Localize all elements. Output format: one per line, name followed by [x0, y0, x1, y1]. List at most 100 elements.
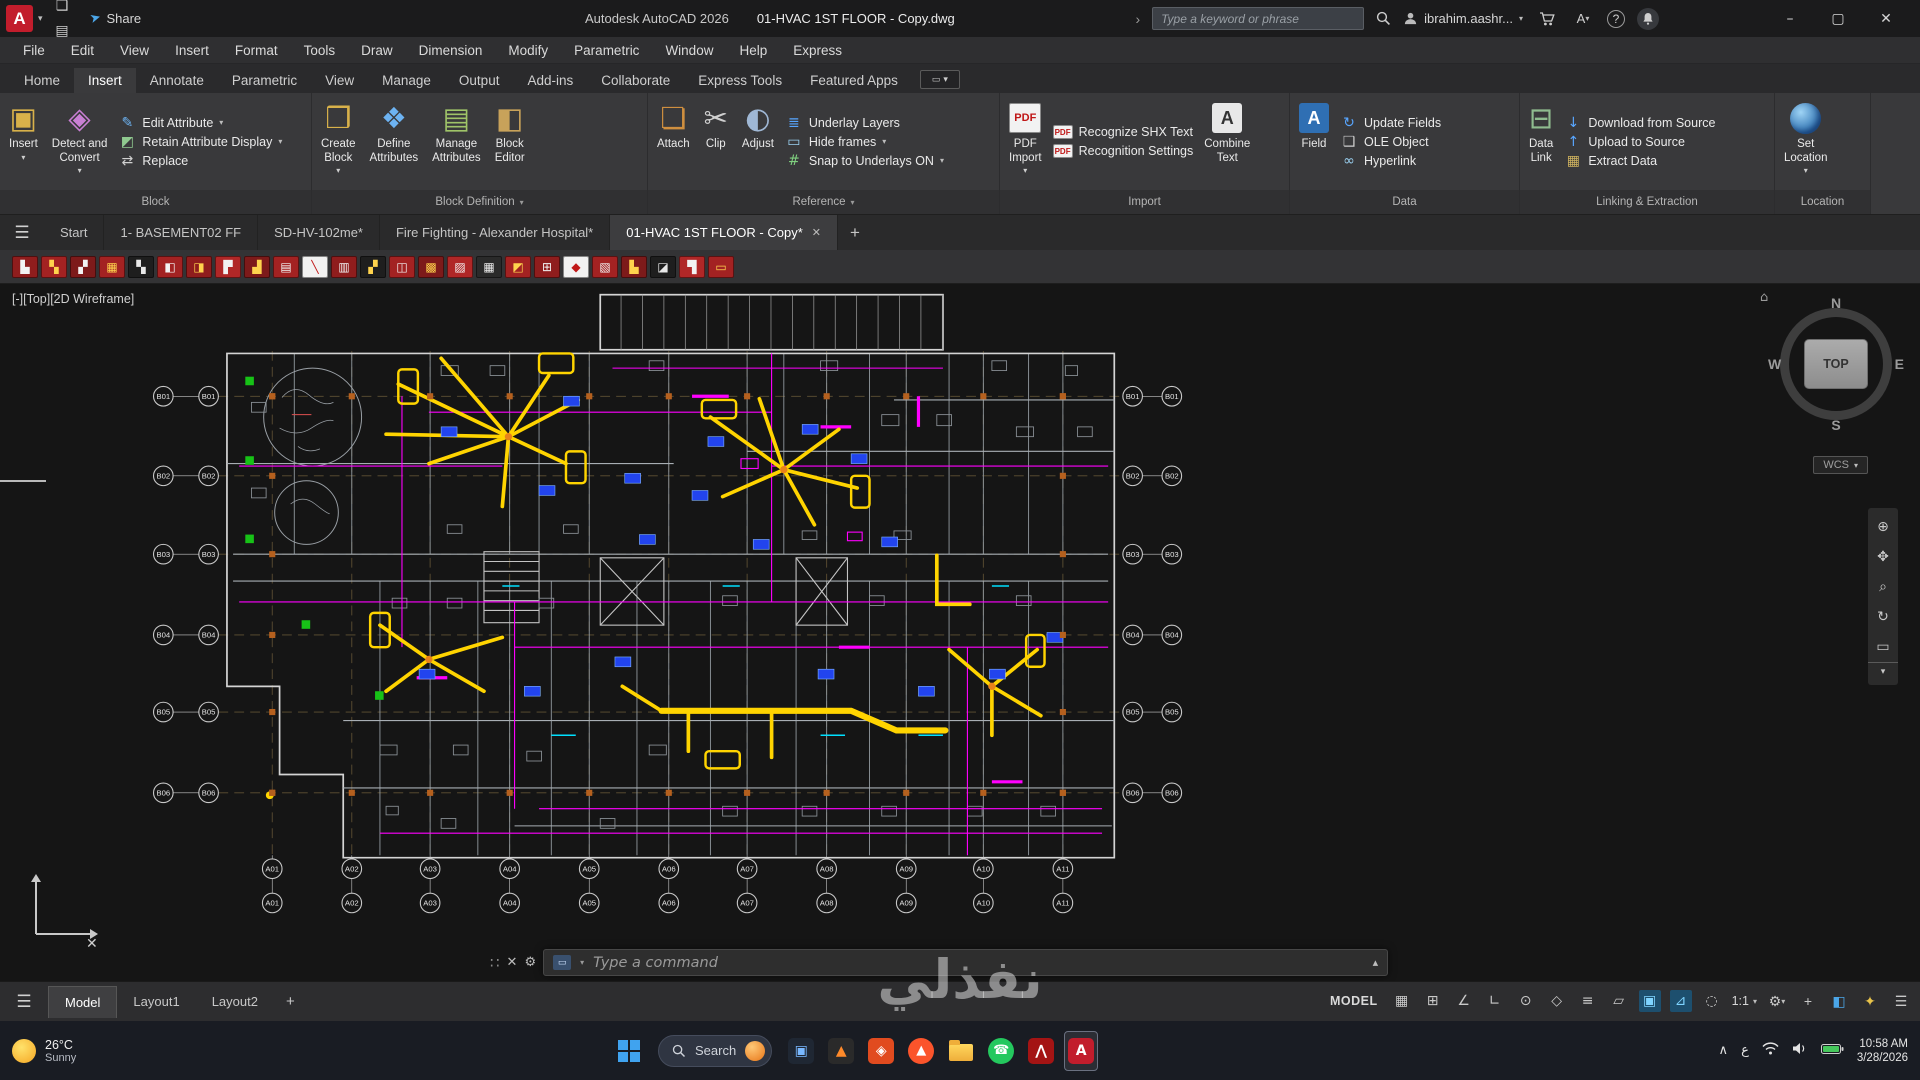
object-snap-icon[interactable]: ◇: [1546, 990, 1568, 1012]
snap-icon[interactable]: ⊞: [1422, 990, 1444, 1012]
document-tab-fire-fighting-alexander-hospital[interactable]: Fire Fighting - Alexander Hospital*: [380, 215, 610, 250]
block-tool-5[interactable]: ▚: [128, 256, 154, 278]
block-tool-22[interactable]: ▙: [621, 256, 647, 278]
notification-bell-icon[interactable]: [1637, 8, 1659, 30]
save-as-icon[interactable]: ❑: [50, 0, 75, 19]
upload-to-source-button[interactable]: ↑Upload to Source: [1564, 135, 1715, 149]
combine-text-button[interactable]: ACombineText: [1201, 97, 1253, 186]
autodesk-assistant-button[interactable]: A ▾: [1571, 7, 1595, 31]
zoom-icon[interactable]: ⌕: [1879, 572, 1887, 602]
maximize-button[interactable]: ▢: [1814, 0, 1862, 37]
menu-express[interactable]: Express: [780, 37, 855, 63]
app-store-orange[interactable]: ◈: [864, 1031, 898, 1071]
block-tool-17[interactable]: ▦: [476, 256, 502, 278]
snap-to-underlays-button[interactable]: #Snap to Underlays ON▾: [785, 154, 944, 168]
minimize-button[interactable]: –: [1766, 0, 1814, 37]
ribbon-tab-view[interactable]: View: [311, 68, 368, 93]
block-tool-7[interactable]: ◨: [186, 256, 212, 278]
panel-label-data[interactable]: Data: [1290, 190, 1519, 214]
lineweight-icon[interactable]: ≡: [1577, 990, 1599, 1012]
grid-icon[interactable]: ▦: [1391, 990, 1413, 1012]
define-attributes-button[interactable]: ❖DefineAttributes: [367, 97, 422, 186]
command-keyboard-icon[interactable]: ▭: [553, 955, 571, 970]
taskbar-search[interactable]: Search: [658, 1035, 772, 1067]
panel-label-block[interactable]: Block: [0, 190, 311, 214]
menu-parametric[interactable]: Parametric: [561, 37, 652, 63]
ribbon-display-toggle[interactable]: ▭▾: [920, 70, 960, 89]
add-status-icon[interactable]: +: [1797, 990, 1819, 1012]
document-tab-01-hvac-1st-floor-copy[interactable]: 01-HVAC 1ST FLOOR - Copy*✕: [610, 215, 838, 250]
command-history-arrow-icon[interactable]: ▴: [1373, 956, 1379, 969]
menu-dimension[interactable]: Dimension: [406, 37, 496, 63]
ortho-icon[interactable]: ∟: [1484, 990, 1506, 1012]
underlay-layers-button[interactable]: ≣Underlay Layers: [785, 116, 944, 130]
menu-edit[interactable]: Edit: [58, 37, 107, 63]
menu-draw[interactable]: Draw: [348, 37, 406, 63]
app-menu-arrow-icon[interactable]: ▾: [38, 13, 43, 24]
settings-gear-icon[interactable]: ⚙▾: [1766, 990, 1788, 1012]
selection-cycling-icon[interactable]: ▣: [1639, 990, 1661, 1012]
help-icon[interactable]: ?: [1607, 10, 1625, 28]
retain-attribute-display-button[interactable]: ◩Retain Attribute Display▾: [118, 135, 282, 149]
detect-convert-button[interactable]: ◈Detect andConvert▾: [49, 97, 111, 186]
adjust-button[interactable]: ◐Adjust: [739, 97, 777, 186]
whatsapp[interactable]: ☎: [984, 1031, 1018, 1071]
ribbon-tab-annotate[interactable]: Annotate: [136, 68, 218, 93]
app-media-player[interactable]: ▲: [824, 1031, 858, 1071]
viewcube-top-face[interactable]: TOP: [1804, 339, 1868, 389]
ribbon-tab-insert[interactable]: Insert: [74, 68, 136, 93]
pdf-import-button[interactable]: PDFPDFImport▾: [1006, 97, 1045, 186]
layout-tab-layout2[interactable]: Layout2: [196, 986, 274, 1017]
block-tool-3[interactable]: ▞: [70, 256, 96, 278]
block-tool-6[interactable]: ◧: [157, 256, 183, 278]
cart-icon[interactable]: [1535, 7, 1559, 31]
help-search-input[interactable]: [1152, 7, 1364, 30]
panel-label-linking-extraction[interactable]: Linking & Extraction: [1520, 190, 1774, 214]
panel-label-import[interactable]: Import: [1000, 190, 1289, 214]
ribbon-tab-express-tools[interactable]: Express Tools: [684, 68, 796, 93]
menu-format[interactable]: Format: [222, 37, 291, 63]
command-close-icon[interactable]: ✕: [507, 955, 518, 970]
full-navigation-wheel-icon[interactable]: ⊕: [1877, 512, 1889, 542]
polar-tracking-icon[interactable]: ⊙: [1515, 990, 1537, 1012]
menu-insert[interactable]: Insert: [162, 37, 222, 63]
model-space-label[interactable]: MODEL: [1330, 994, 1378, 1008]
block-tool-13[interactable]: ▞: [360, 256, 386, 278]
recognize-shx-text-button[interactable]: PDFRecognize SHX Text: [1053, 125, 1194, 139]
command-customize-icon[interactable]: ⚙: [524, 955, 536, 970]
menu-help[interactable]: Help: [726, 37, 780, 63]
block-tool-4[interactable]: ▦: [99, 256, 125, 278]
autocad[interactable]: A: [1064, 1031, 1098, 1071]
share-button[interactable]: ➤ Share: [90, 11, 142, 26]
file-explorer[interactable]: [944, 1031, 978, 1071]
wifi-icon[interactable]: [1762, 1042, 1779, 1060]
layout-menu-icon[interactable]: ☰: [0, 992, 48, 1012]
start-button[interactable]: [612, 1031, 646, 1071]
document-tab-start[interactable]: Start: [44, 215, 104, 250]
block-tool-23[interactable]: ◪: [650, 256, 676, 278]
update-fields-button[interactable]: ↻Update Fields: [1340, 116, 1441, 130]
menu-window[interactable]: Window: [652, 37, 726, 63]
insert-button[interactable]: ▣Insert▾: [6, 97, 41, 186]
hardware-accel-icon[interactable]: ◧: [1828, 990, 1850, 1012]
set-location-button[interactable]: SetLocation▾: [1781, 97, 1830, 186]
block-tool-2[interactable]: ▚: [41, 256, 67, 278]
viewcube-west[interactable]: W: [1768, 356, 1781, 372]
tab-close-icon[interactable]: ✕: [812, 226, 821, 239]
command-grip-icon[interactable]: ∷: [490, 954, 500, 972]
search-icon[interactable]: [1376, 11, 1391, 26]
hyperlink-button[interactable]: ∞Hyperlink: [1340, 154, 1441, 168]
menu-file[interactable]: File: [10, 37, 58, 63]
file-tabs-menu-icon[interactable]: ☰: [0, 215, 44, 250]
panel-label-block-definition[interactable]: Block Definition▾: [312, 190, 647, 214]
block-tool-14[interactable]: ◫: [389, 256, 415, 278]
ucs-dropdown[interactable]: WCS ▾: [1813, 456, 1868, 474]
download-from-source-button[interactable]: ↓Download from Source: [1564, 116, 1715, 130]
hide-frames-button[interactable]: ▭Hide frames▾: [785, 135, 944, 149]
navbar-more-icon[interactable]: ▾: [1868, 662, 1898, 681]
viewcube-south[interactable]: S: [1831, 417, 1840, 433]
annotation-scale-button[interactable]: 1:1 ▾: [1732, 994, 1757, 1008]
autocad-logo[interactable]: A: [6, 5, 33, 32]
viewport-controls-label[interactable]: [-][Top][2D Wireframe]: [12, 292, 134, 306]
battery-icon[interactable]: [1821, 1042, 1844, 1060]
